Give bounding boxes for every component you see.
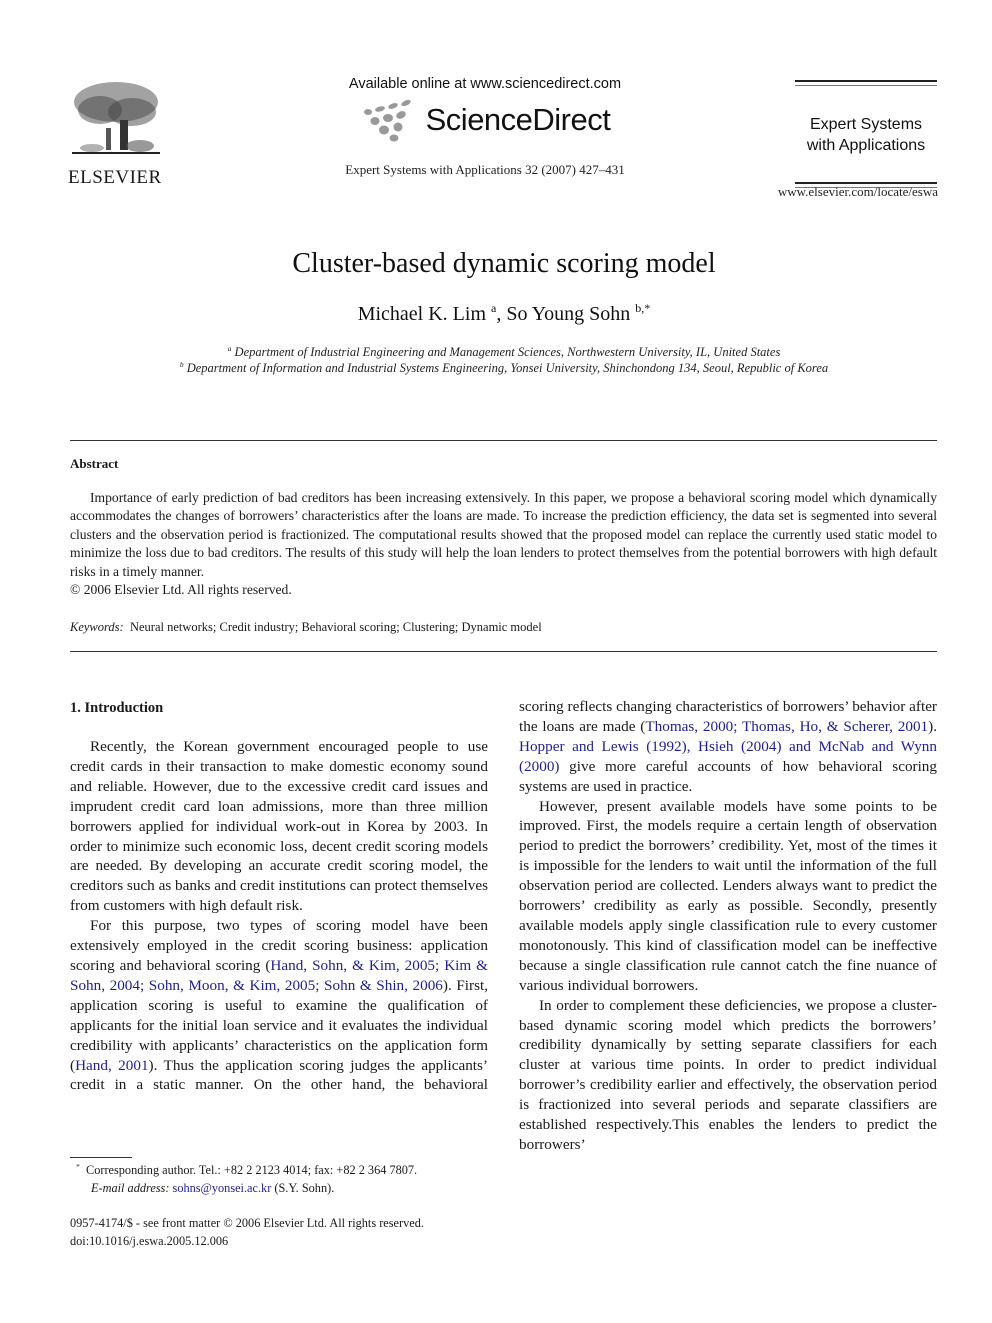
journal-url-link[interactable]: www.elsevier.com/locate/eswa bbox=[760, 184, 938, 200]
publisher-name: ELSEVIER bbox=[68, 167, 162, 188]
footnote-line: E-mail address: sohns@yonsei.ac.kr (S.Y.… bbox=[70, 1179, 500, 1197]
journal-title-line: with Applications bbox=[806, 137, 926, 154]
footnote-divider bbox=[70, 1157, 132, 1158]
journal-title-line: Expert Systems bbox=[809, 116, 923, 133]
footnote: * Corresponding author. Tel.: +82 2 2123… bbox=[70, 1161, 500, 1197]
sciencedirect-wordmark: ScienceDirect bbox=[425, 102, 611, 137]
abstract-body: Importance of early prediction of bad cr… bbox=[70, 489, 937, 581]
paragraph: In order to complement these deficiencie… bbox=[519, 996, 937, 1153]
paragraph: For this purpose, two types of scoring m… bbox=[70, 916, 488, 1095]
front-matter: 0957-4174/$ - see front matter © 2006 El… bbox=[70, 1214, 424, 1250]
section-heading: 1. Introduction bbox=[70, 700, 164, 716]
divider bbox=[70, 651, 937, 652]
sciencedirect-brand[interactable]: ScienceDirect bbox=[320, 96, 650, 144]
divider bbox=[70, 440, 937, 441]
abstract-text: Importance of early prediction of bad cr… bbox=[70, 490, 937, 579]
author-separator: , bbox=[496, 303, 507, 325]
paragraph-continued: scoring reflects changing characteristic… bbox=[519, 697, 937, 797]
divider bbox=[795, 80, 937, 86]
abstract-heading: Abstract bbox=[70, 456, 119, 471]
text: ). bbox=[928, 717, 937, 735]
citation-link[interactable]: Thomas, 2000; Thomas, Ho, & Scherer, 200… bbox=[645, 718, 928, 735]
issn-line: 0957-4174/$ - see front matter © 2006 El… bbox=[70, 1216, 424, 1230]
text: give more careful accounts of how behavi… bbox=[519, 757, 937, 795]
journal-title: Expert Systems with Applications bbox=[795, 114, 937, 156]
sciencedirect-header: Available online at www.sciencedirect.co… bbox=[320, 76, 650, 178]
keywords: Keywords: Neural networks; Credit indust… bbox=[70, 620, 542, 635]
author-name[interactable]: So Young Sohn bbox=[506, 303, 630, 325]
available-online-link[interactable]: Available online at www.sciencedirect.co… bbox=[320, 76, 650, 92]
keywords-label: Keywords: bbox=[70, 620, 124, 634]
author-name[interactable]: Michael K. Lim bbox=[358, 303, 486, 325]
paragraph: However, present available models have s… bbox=[519, 797, 937, 994]
sciencedirect-dots-icon bbox=[363, 99, 411, 142]
journal-citation: Expert Systems with Applications 32 (200… bbox=[345, 162, 625, 177]
affiliation-mark: a bbox=[227, 344, 232, 354]
affiliation-text: Department of Industrial Engineering and… bbox=[234, 345, 781, 359]
email-link[interactable]: sohns@yonsei.ac.kr bbox=[173, 1181, 272, 1195]
body-column-left: 1. Introduction Recently, the Korean gov… bbox=[70, 698, 488, 1095]
paper-title: Cluster-based dynamic scoring model bbox=[292, 248, 716, 279]
author-list: Michael K. Lim a, So Young Sohn b,* bbox=[0, 301, 992, 326]
journal-title-box: Expert Systems with Applications bbox=[795, 80, 937, 188]
email-label: E-mail address: bbox=[91, 1181, 170, 1195]
elsevier-logo: ELSEVIER bbox=[68, 80, 168, 189]
body-column-right: scoring reflects changing characteristic… bbox=[519, 697, 937, 1155]
affiliation-mark[interactable]: b,* bbox=[635, 301, 650, 315]
affiliations: a Department of Industrial Engineering a… bbox=[0, 344, 992, 376]
elsevier-tree-icon bbox=[72, 82, 160, 154]
corresponding-author-text: Corresponding author. Tel.: +82 2 2123 4… bbox=[86, 1163, 418, 1177]
affiliation-mark: b bbox=[179, 360, 184, 370]
copyright-notice: © 2006 Elsevier Ltd. All rights reserved… bbox=[70, 582, 292, 597]
footnote-mark: * bbox=[76, 1162, 80, 1172]
email-owner: (S.Y. Sohn). bbox=[271, 1181, 335, 1195]
paragraph: Recently, the Korean government encourag… bbox=[70, 738, 488, 915]
affiliation: b Department of Information and Industri… bbox=[0, 360, 992, 376]
affiliation: a Department of Industrial Engineering a… bbox=[0, 344, 992, 360]
footnote-line: * Corresponding author. Tel.: +82 2 2123… bbox=[70, 1161, 500, 1179]
affiliation-text: Department of Information and Industrial… bbox=[186, 361, 829, 375]
keywords-list: Neural networks; Credit industry; Behavi… bbox=[129, 620, 542, 634]
doi-link[interactable]: doi:10.1016/j.eswa.2005.12.006 bbox=[70, 1232, 424, 1250]
citation-link[interactable]: Hand, 2001 bbox=[75, 1057, 148, 1074]
